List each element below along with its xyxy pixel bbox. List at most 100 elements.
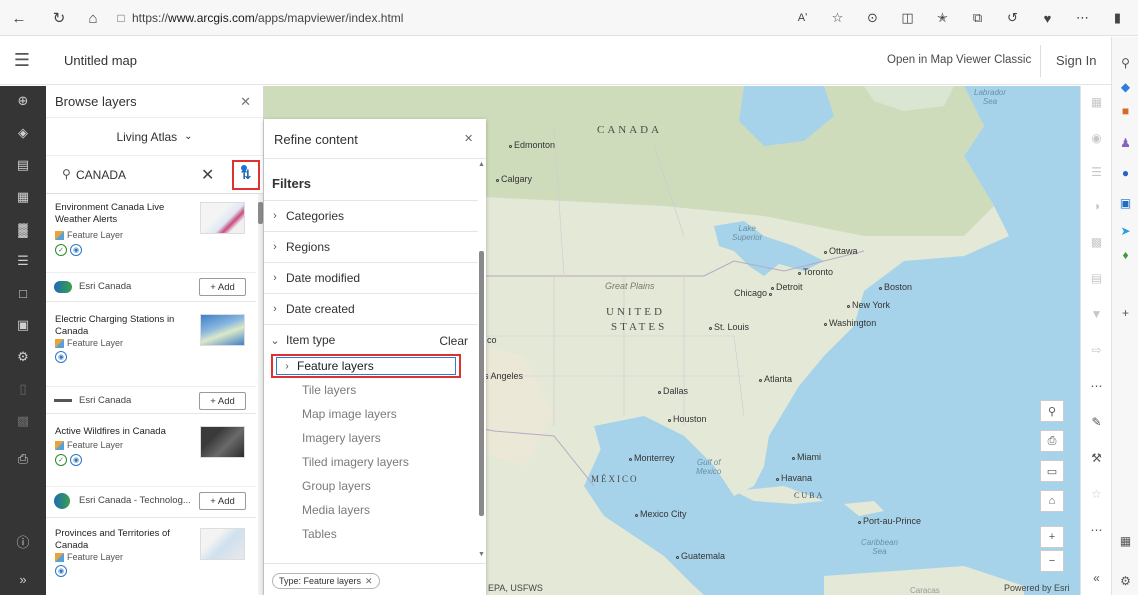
scrollbar-thumb[interactable] [258,202,263,224]
basemap-icon[interactable]: ▦ [0,182,46,212]
open-classic-link[interactable]: Open in Map Viewer Classic [887,54,1031,66]
effects-icon[interactable]: ◑ [1081,192,1112,220]
filter-regions[interactable]: › Regions [264,231,478,262]
filter-button[interactable]: ⇅ [232,160,260,190]
favorites-bar-icon[interactable]: ✭ [926,4,959,32]
save-icon[interactable]: ▣ [0,310,46,340]
bookmarks-icon[interactable]: □ [0,278,46,308]
charts-icon[interactable]: ▓ [0,214,46,244]
zoom-out-button[interactable]: − [1040,550,1064,572]
item-type-option[interactable]: Imagery layers [302,431,381,445]
screenshot-icon[interactable]: ▦ [1116,531,1135,550]
list-item[interactable]: Provinces and Territories of Canada Feat… [46,520,256,595]
owner-name[interactable]: Esri Canada [79,395,131,406]
pop-ups-icon[interactable]: ▩ [1081,228,1112,256]
embed-icon[interactable]: ▩ [0,406,46,436]
item-title[interactable]: Electric Charging Stations in Canada [55,314,185,338]
shopping-icon[interactable]: ◆ [1116,77,1135,96]
print-icon[interactable]: ⎙ [0,444,46,474]
item-type-option[interactable]: Tile layers [302,383,356,397]
clear-search-icon[interactable]: ✕ [201,165,214,185]
feature-layers-option[interactable]: › Feature layers [276,357,456,375]
search-icon[interactable]: ⚲ [1040,400,1064,422]
expand-icon[interactable]: » [0,564,46,594]
tree-icon[interactable]: ♦ [1116,245,1135,264]
clear-filter-link[interactable]: Clear [439,334,468,348]
list-item[interactable]: Environment Canada Live Weather Alerts F… [46,194,256,302]
add-button[interactable]: + Add [199,392,246,410]
filter-item-type[interactable]: ⌄ Item type Clear [264,324,478,355]
item-type-option[interactable]: Group layers [302,479,371,493]
item-title[interactable]: Provinces and Territories of Canada [55,528,185,552]
refresh-icon[interactable]: ↻ [46,5,72,31]
results-scrollbar[interactable] [258,194,263,595]
extension-icon[interactable]: ⊙ [856,4,889,32]
more-icon[interactable]: ⋯ [1081,516,1112,544]
games-icon[interactable]: ♟ [1116,133,1135,152]
settings-icon[interactable]: ⚙ [1116,571,1135,590]
sketch-icon[interactable]: ⚙ [0,342,46,372]
share-icon[interactable]: ▯ [0,374,46,404]
analysis-icon[interactable]: ☆ [1081,480,1112,508]
split-screen-icon[interactable]: ◫ [891,4,924,32]
home-icon[interactable]: ⌂ [1040,490,1064,512]
zoom-in-button[interactable]: + [1040,526,1064,548]
tables-icon[interactable]: ▤ [0,150,46,180]
list-item[interactable]: Active Wildfires in Canada Feature Layer… [46,418,256,518]
screen-icon[interactable]: ▭ [1040,460,1064,482]
menu-icon[interactable]: ☰ [0,37,44,85]
add-layer-icon[interactable]: ⊕ [0,86,46,116]
scroll-up-icon[interactable]: ▲ [478,161,485,168]
microsoft365-icon[interactable]: ● [1116,163,1135,182]
collapse-icon[interactable]: « [1081,564,1112,592]
read-aloud-icon[interactable]: Aʹ [786,4,819,32]
owner-name[interactable]: Esri Canada [79,281,131,292]
refine-scrollbar[interactable]: ▲ ▼ [478,161,485,561]
address-bar[interactable]: □ https://www.arcgis.com/apps/mapviewer/… [110,4,815,32]
favorite-icon[interactable]: ☆ [821,4,854,32]
properties-icon[interactable]: ▦ [1081,88,1112,116]
sketch-icon[interactable]: ✎ [1081,408,1112,436]
sign-in-button[interactable]: Sign In [1056,53,1096,68]
sidebar-toggle-icon[interactable]: ▮ [1101,4,1134,32]
filter-chip[interactable]: Type: Feature layers ✕ [272,573,380,589]
layers-icon[interactable]: ◈ [0,118,46,148]
item-type-option[interactable]: Tiled imagery layers [302,455,409,469]
close-icon[interactable]: ✕ [365,576,373,587]
lock-icon[interactable]: □ [110,11,132,25]
search-input[interactable]: CANADA [76,168,126,182]
home-icon[interactable]: ⌂ [80,5,106,31]
feature-layers-item[interactable]: › Feature layers [271,354,461,378]
add-icon[interactable]: + [1116,303,1135,322]
map-title[interactable]: Untitled map [64,53,137,68]
add-button[interactable]: + Add [199,492,246,510]
scroll-down-icon[interactable]: ▼ [478,551,485,558]
item-title[interactable]: Active Wildfires in Canada [55,426,185,438]
add-button[interactable]: + Add [199,278,246,296]
item-title[interactable]: Environment Canada Live Weather Alerts [55,202,185,226]
tools-icon[interactable]: ■ [1116,101,1135,120]
collections-icon[interactable]: ⧉ [961,4,994,32]
wrench-icon[interactable]: ⚒ [1081,444,1112,472]
scrollbar-thumb[interactable] [479,251,484,516]
close-icon[interactable]: ✕ [464,132,473,145]
history-icon[interactable]: ↺ [996,4,1029,32]
filter-categories[interactable]: › Categories [264,200,478,231]
telegram-icon[interactable]: ➤ [1116,221,1135,240]
back-icon[interactable]: ← [6,5,32,31]
filter-date-created[interactable]: › Date created [264,293,478,324]
owner-name[interactable]: Esri Canada - Technolog... [79,495,191,506]
filter-date-modified[interactable]: › Date modified [264,262,478,293]
print-icon[interactable]: ⎙ [1040,430,1064,452]
labels-icon[interactable]: ⇨ [1081,336,1112,364]
powered-by-esri[interactable]: Powered by Esri [1004,583,1070,593]
item-type-option[interactable]: Media layers [302,503,370,517]
filter-funnel-icon[interactable]: ▼ [1081,300,1112,328]
item-type-option[interactable]: Map image layers [302,407,397,421]
styles-icon[interactable]: ◉ [1081,124,1112,152]
performance-icon[interactable]: ♥ [1031,4,1064,32]
item-type-option[interactable]: Tables [302,527,337,541]
outlook-icon[interactable]: ▣ [1116,193,1135,212]
help-icon[interactable]: ⓘ [0,526,46,556]
source-dropdown[interactable]: Living Atlas ⌄ [46,118,263,156]
